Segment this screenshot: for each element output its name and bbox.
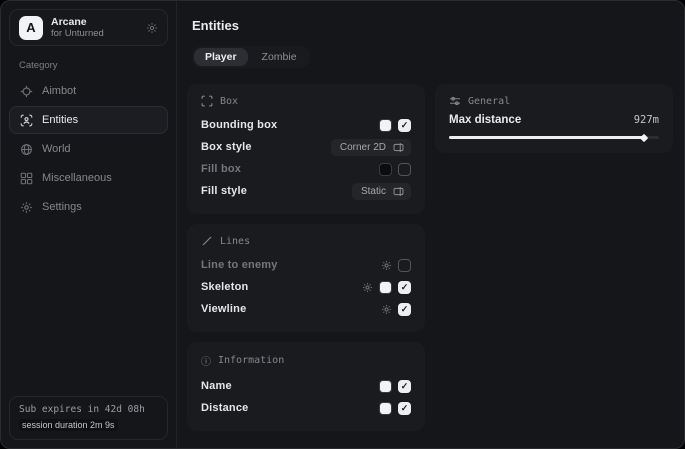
gear-icon[interactable] [381,260,392,271]
sidebar-item-entities[interactable]: Entities [9,106,168,134]
color-swatch[interactable] [379,119,392,132]
color-swatch[interactable] [379,281,392,294]
row-label: Bounding box [201,119,277,131]
card-title: General [468,96,510,107]
session-duration-text: session duration 2m 9s [19,419,118,431]
row-label: Fill style [201,185,247,197]
setting-row-viewline: Viewline ✓ [201,298,411,320]
globe-icon [20,143,33,156]
select-icon [393,186,404,197]
row-label: Fill box [201,163,241,175]
row-label: Name [201,380,232,392]
setting-row-line-to-enemy: Line to enemy [201,254,411,276]
row-label: Box style [201,141,252,153]
sidebar-item-settings[interactable]: Settings [9,193,168,221]
checkbox-checked[interactable]: ✓ [398,380,411,393]
color-swatch[interactable] [379,163,392,176]
setting-row-box-style: Box style Corner 2D [201,136,411,158]
checkbox-checked[interactable]: ✓ [398,402,411,415]
box-card-header: Box [201,95,411,107]
tab-player[interactable]: Player [194,48,248,66]
max-distance-label: Max distance [449,114,521,126]
page-title: Entities [192,18,673,33]
gear-icon[interactable] [362,282,373,293]
info-icon: ⓘ [201,353,211,368]
slider-thumb[interactable] [640,133,648,141]
grid-icon [20,172,33,185]
tab-bar: Player Zombie [192,46,310,68]
row-label: Line to enemy [201,259,278,271]
crosshair-icon [20,85,33,98]
row-label: Distance [201,402,248,414]
app-subtitle: for Unturned [51,28,138,39]
card-title: Lines [220,236,250,247]
sidebar-item-aimbot[interactable]: Aimbot [9,77,168,105]
lines-card-header: Lines [201,235,411,247]
max-distance-slider[interactable] [449,136,659,139]
category-label: Category [19,60,168,71]
setting-row-bounding-box: Bounding box ✓ [201,114,411,136]
row-label: Viewline [201,303,246,315]
setting-row-fill-style: Fill style Static [201,180,411,202]
setting-row-fill-box: Fill box [201,158,411,180]
information-card-header: ⓘ Information [201,353,411,368]
general-card: General Max distance 927m [435,84,673,153]
app-header-card: A Arcane for Unturned [9,9,168,46]
checkbox-unchecked[interactable] [398,163,411,176]
checkbox-checked[interactable]: ✓ [398,281,411,294]
max-distance-row: Max distance 927m [449,114,659,126]
box-card: Box Bounding box ✓ Box style Corner 2D [187,84,425,214]
app-title: Arcane [51,16,138,29]
sidebar-item-world[interactable]: World [9,135,168,163]
row-label: Skeleton [201,281,248,293]
app-window: A Arcane for Unturned Category Aimbot [0,0,685,449]
tab-zombie[interactable]: Zombie [251,48,308,66]
sidebar-item-label: World [42,143,71,155]
color-swatch[interactable] [379,402,392,415]
entities-scan-icon [20,114,33,127]
left-column: Box Bounding box ✓ Box style Corner 2D [187,84,425,431]
information-card: ⓘ Information Name ✓ Distance [187,342,425,431]
gear-icon[interactable] [381,304,392,315]
subscription-card: Sub expires in 42d 08h session duration … [9,396,168,440]
content-columns: Box Bounding box ✓ Box style Corner 2D [187,84,673,431]
color-swatch[interactable] [379,380,392,393]
slider-fill [449,136,644,139]
app-logo: A [19,16,43,40]
checkbox-checked[interactable]: ✓ [398,119,411,132]
sidebar-item-label: Entities [42,114,78,126]
gear-icon[interactable] [146,22,158,34]
sidebar-item-label: Settings [42,201,82,213]
main-content: Entities Player Zombie Box [177,1,685,448]
setting-row-skeleton: Skeleton ✓ [201,276,411,298]
right-column: General Max distance 927m [435,84,673,153]
general-card-header: General [449,95,659,107]
setting-row-name: Name ✓ [201,375,411,397]
card-title: Box [220,96,238,107]
box-style-select[interactable]: Corner 2D [331,139,411,156]
app-titles: Arcane for Unturned [51,16,138,40]
line-icon [201,235,213,247]
gear-icon [20,201,33,214]
select-icon [393,142,404,153]
sliders-icon [449,95,461,107]
checkbox-unchecked[interactable] [398,259,411,272]
sidebar-item-label: Miscellaneous [42,172,112,184]
sidebar: A Arcane for Unturned Category Aimbot [1,1,177,448]
setting-row-distance: Distance ✓ [201,397,411,419]
select-value: Static [361,186,386,197]
card-title: Information [218,355,284,366]
checkbox-checked[interactable]: ✓ [398,303,411,316]
select-value: Corner 2D [340,142,386,153]
sub-expires-text: Sub expires in 42d 08h [19,404,158,415]
sidebar-item-miscellaneous[interactable]: Miscellaneous [9,164,168,192]
lines-card: Lines Line to enemy [187,224,425,332]
box-corners-icon [201,95,213,107]
sidebar-item-label: Aimbot [42,85,76,97]
fill-style-select[interactable]: Static [352,183,411,200]
max-distance-value: 927m [634,114,659,126]
